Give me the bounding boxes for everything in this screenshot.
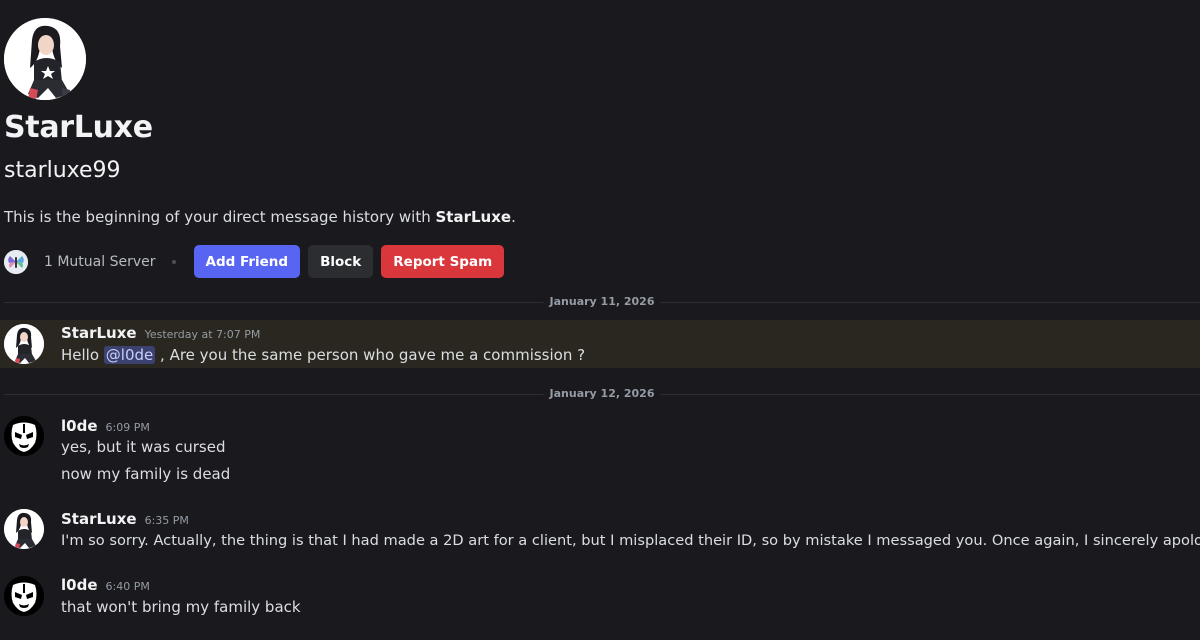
message-item[interactable]: StarLuxe Yesterday at 7:07 PM Hello @l0d… [0, 320, 1200, 368]
mask-avatar-icon [4, 576, 44, 616]
mask-avatar-icon [4, 416, 44, 456]
message-item[interactable]: StarLuxe 6:35 PM I'm so sorry. Actually,… [0, 506, 1200, 554]
date-divider: January 12, 2026 [4, 387, 1200, 401]
message-content: Hello @l0de , Are you the same person wh… [61, 346, 585, 364]
author-avatar[interactable] [4, 324, 44, 364]
message-timestamp: Yesterday at 7:07 PM [144, 328, 261, 341]
author-avatar[interactable] [4, 416, 44, 456]
intro-suffix: . [511, 208, 516, 226]
intro-name: StarLuxe [435, 208, 512, 226]
divider-date: January 12, 2026 [543, 387, 661, 400]
anime-character-avatar-icon [4, 18, 86, 100]
message-author[interactable]: l0de [61, 417, 98, 435]
anime-character-avatar-icon [4, 324, 44, 364]
divider-date: January 11, 2026 [543, 295, 661, 308]
message-content: I'm so sorry. Actually, the thing is tha… [61, 532, 1200, 549]
profile-actions: 1 Mutual Server Add Friend Block Report … [4, 245, 512, 278]
message-timestamp: 6:40 PM [105, 580, 150, 593]
separator-dot [171, 259, 176, 264]
message-header: l0de 6:09 PM [61, 417, 150, 435]
message-author[interactable]: l0de [61, 576, 98, 594]
message-content: now my family is dead [61, 465, 231, 483]
message-timestamp: 6:35 PM [144, 514, 189, 527]
dm-channel: StarLuxe starluxe99 This is the beginnin… [0, 0, 1200, 640]
date-divider: January 11, 2026 [4, 295, 1200, 309]
author-avatar[interactable] [4, 576, 44, 616]
anime-character-avatar-icon [4, 509, 44, 549]
profile-display-name: StarLuxe [4, 110, 153, 145]
message-author[interactable]: StarLuxe [61, 324, 137, 342]
message-header: StarLuxe Yesterday at 7:07 PM [61, 324, 260, 342]
user-mention[interactable]: @l0de [103, 346, 156, 364]
message-item[interactable]: l0de 6:09 PM yes, but it was cursed now … [0, 414, 1200, 490]
block-button[interactable]: Block [308, 245, 374, 278]
message-header: l0de 6:40 PM [61, 576, 150, 594]
report-spam-button[interactable]: Report Spam [381, 245, 505, 278]
message-text: , Are you the same person who gave me a … [155, 346, 586, 364]
profile-username: starluxe99 [4, 158, 121, 183]
message-content: yes, but it was cursed [61, 438, 226, 456]
message-item[interactable]: l0de 6:40 PM that won't bring my family … [0, 574, 1200, 622]
dm-intro-text: This is the beginning of your direct mes… [4, 208, 516, 226]
message-text: Hello [61, 346, 104, 364]
message-author[interactable]: StarLuxe [61, 510, 137, 528]
profile-avatar[interactable] [4, 18, 86, 100]
author-avatar[interactable] [4, 509, 44, 549]
message-timestamp: 6:09 PM [105, 421, 150, 434]
message-content: that won't bring my family back [61, 598, 301, 616]
message-header: StarLuxe 6:35 PM [61, 510, 189, 528]
server-icon-graphic [4, 249, 28, 274]
mutual-servers-link[interactable]: 1 Mutual Server [44, 254, 156, 270]
butterfly-server-icon[interactable] [4, 249, 28, 274]
intro-prefix: This is the beginning of your direct mes… [4, 208, 436, 226]
add-friend-button[interactable]: Add Friend [193, 245, 301, 278]
